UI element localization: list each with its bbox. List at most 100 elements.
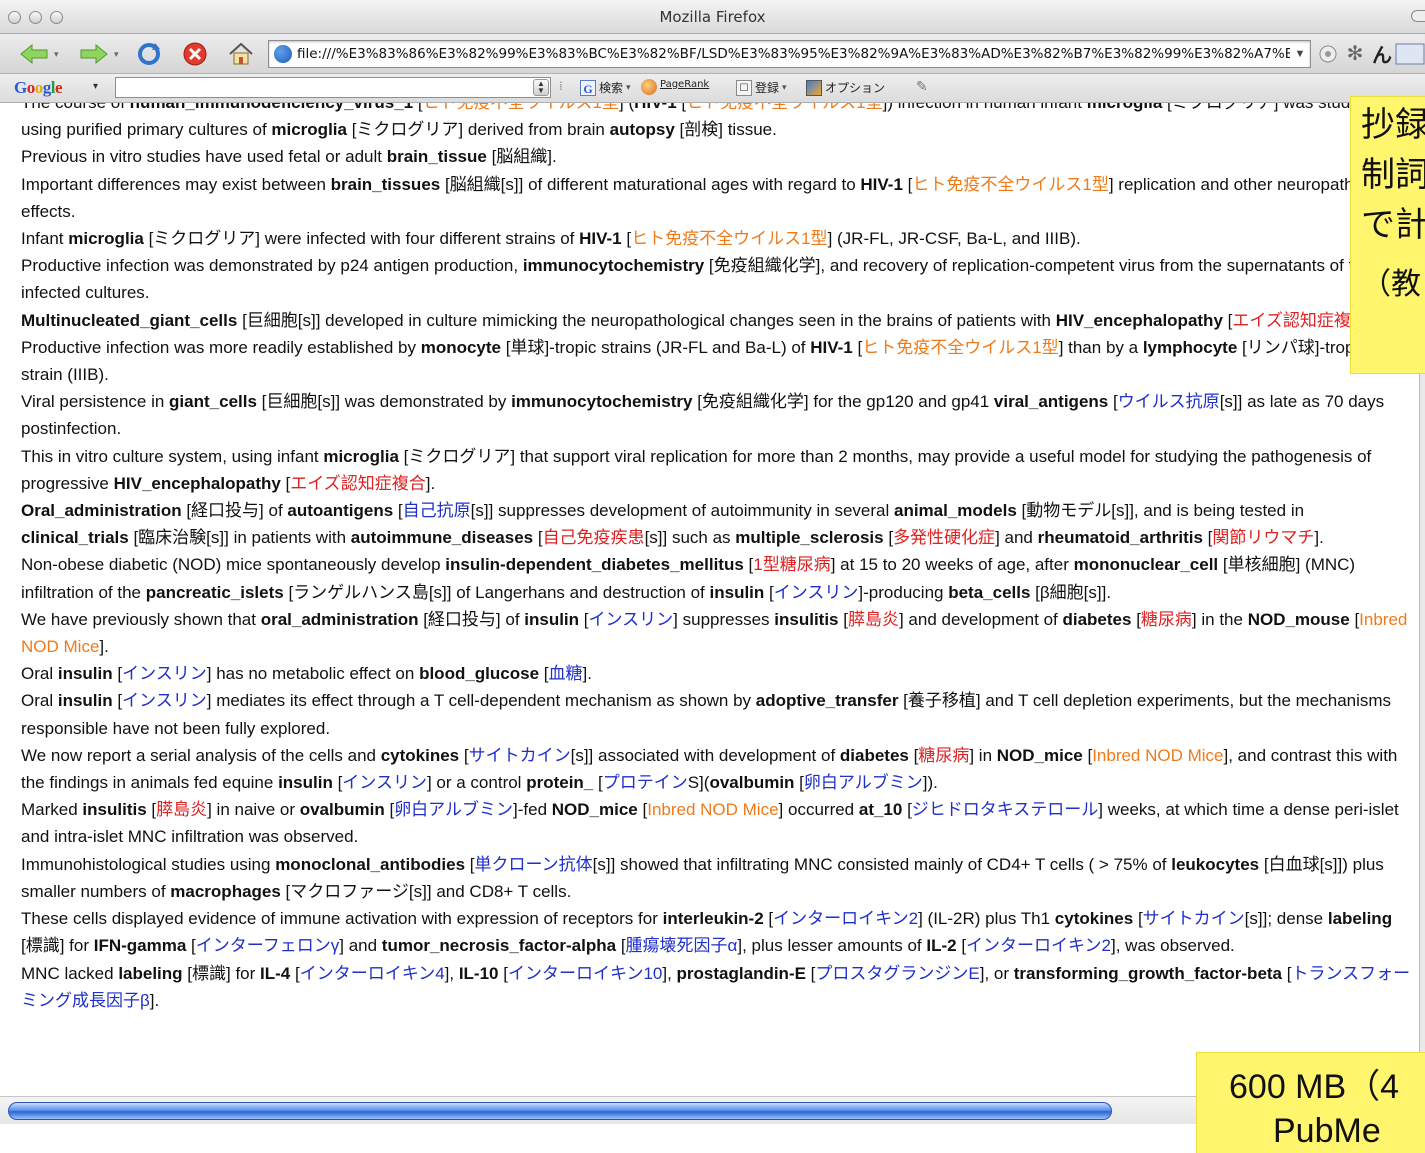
sentence-text: [ <box>539 664 549 684</box>
sentence-text: Viral persistence in <box>21 392 170 412</box>
highlighter-icon[interactable]: ✎ <box>916 79 928 95</box>
options-button[interactable]: オプション <box>806 79 885 96</box>
google-logo-icon[interactable]: Google <box>14 78 63 98</box>
callout-top-line: で計 <box>1361 205 1425 245</box>
sentence-text: [ <box>852 337 863 357</box>
home-icon[interactable] <box>226 39 256 69</box>
google-search-input[interactable]: ▲ ▼ <box>115 77 551 98</box>
sentence-text: [標識] for <box>182 963 261 983</box>
term-keyword: macrophages <box>170 881 281 901</box>
page-content: The course of human_immunodeficiency_vir… <box>0 103 1425 1096</box>
term-keyword: HIV-1 <box>810 337 853 357</box>
abstract-sentence: Non-obese diabetic (NOD) mice spontaneou… <box>21 551 1411 605</box>
options-icon <box>806 79 822 96</box>
sentence-text: ]) infection in human infant <box>883 103 1087 112</box>
term-translation-orange: ヒト免疫不全ウイルス1型 <box>631 229 828 249</box>
sentence-text: ], plus lesser amounts of <box>737 936 927 956</box>
term-translation-orange: Inbred NOD Mice <box>647 800 779 820</box>
reload-icon[interactable] <box>134 39 164 69</box>
stop-icon[interactable] <box>180 39 210 69</box>
sentence-text: S]( <box>687 773 710 793</box>
sentence-text: ] at 15 to 20 weeks of age, after <box>830 555 1074 575</box>
page-globe-icon <box>274 45 292 63</box>
sentence-text: ] and <box>339 936 382 956</box>
sentence-text: We have previously shown that <box>21 609 261 629</box>
search-dropdown-icon[interactable]: ▾ <box>626 83 631 93</box>
sentence-text: [巨細胞[s]] was demonstrated by <box>256 392 512 412</box>
sentence-text: [s]]; dense <box>1244 909 1328 929</box>
sentence-text: [ミクログリア] were infected with four differe… <box>143 229 580 249</box>
sentence-text: [ミクログリア] derived from brain <box>346 120 610 140</box>
sentence-text: [経口投与] of <box>418 609 525 629</box>
sentence-text: Infant <box>21 229 69 249</box>
google-search-button[interactable]: G 検索 ▾ <box>580 79 631 96</box>
abstract-sentence: Oral insulin [インスリン] mediates its effect… <box>21 687 1411 741</box>
sentence-text: The course of <box>21 103 130 112</box>
sentence-text: [ <box>794 773 804 793</box>
navigation-toolbar: ▾ ▾ file:///%E3%83%86%E3%82%99%E3%83%BC%… <box>0 34 1425 74</box>
vertical-scrollbar[interactable] <box>1419 374 1425 1094</box>
term-keyword: prostaglandin-E <box>676 963 806 983</box>
abstract-sentence: Marked insulitis [膵島炎] in naive or ovalb… <box>21 796 1411 850</box>
pagerank-label: PageRank <box>660 78 710 90</box>
sentence-text: [ランゲルハンス島[s]] of Langerhans and destruct… <box>283 582 710 602</box>
term-translation-blue: 血糖 <box>548 664 583 684</box>
window-title-bar: Mozilla Firefox <box>0 0 1425 34</box>
toolbar-toggle-button[interactable] <box>1411 10 1425 22</box>
term-keyword: brain_tissue <box>386 147 487 167</box>
slide-callout-bottom: 600 MB（4 PubMe <box>1196 1052 1425 1153</box>
term-translation-orange: ヒト免疫不全ウイルス1型 <box>912 174 1109 194</box>
address-bar[interactable]: file:///%E3%83%86%E3%82%99%E3%83%BC%E3%8… <box>268 40 1311 68</box>
sentence-text: ] and <box>995 528 1038 548</box>
abstract-sentence: Productive infection was more readily es… <box>21 334 1411 388</box>
term-translation-red: 膵島炎 <box>156 800 208 820</box>
forward-history-dropdown-icon[interactable]: ▾ <box>114 49 119 60</box>
sentence-text: [ <box>805 963 816 983</box>
term-translation-blue: インターロイキン2 <box>773 909 919 929</box>
dictionary-logo-icon[interactable]: ん <box>1370 39 1425 69</box>
term-translation-red: 自己免疫疾患 <box>542 528 645 548</box>
sentence-text: ] has no metabolic effect on <box>206 664 420 684</box>
sentence-text: ] in naive or <box>207 800 300 820</box>
bookmark-button[interactable]: ☐ 登録 ▾ <box>736 79 787 96</box>
sentence-text: ] ( <box>619 103 634 112</box>
term-translation-orange: ヒト免疫不全ウイルス1型 <box>686 103 882 112</box>
term-keyword: HIV-1 <box>860 174 903 194</box>
sentence-text: [ <box>290 963 300 983</box>
back-history-dropdown-icon[interactable]: ▾ <box>54 49 59 60</box>
sentence-text: [標識] for <box>21 936 94 956</box>
google-menu-dropdown-icon[interactable]: ▾ <box>93 81 98 92</box>
forward-arrow-icon[interactable] <box>76 39 112 69</box>
url-text[interactable]: file:///%E3%83%86%E3%82%99%E3%83%BC%E3%8… <box>297 46 1290 62</box>
term-translation-blue: インターロイキン2 <box>966 936 1111 956</box>
search-history-stepper[interactable]: ▲ ▼ <box>533 79 549 96</box>
term-translation-red: 糖尿病 <box>918 745 970 765</box>
horizontal-scrollbar[interactable] <box>0 1096 1200 1124</box>
sentence-text: ] and development of <box>898 609 1063 629</box>
sentence-text: ]. <box>149 990 160 1010</box>
abstract-sentence: The course of human_immunodeficiency_vir… <box>21 103 1411 143</box>
back-arrow-icon[interactable] <box>16 39 52 69</box>
term-translation-red: エイズ認知症複合 <box>1232 310 1368 330</box>
horizontal-scroll-thumb[interactable] <box>8 1102 1112 1120</box>
term-translation-blue: インスリン <box>122 664 207 684</box>
sentence-text: [ <box>1133 909 1143 929</box>
sentence-text: Previous in vitro studies have used feta… <box>21 147 387 167</box>
url-history-dropdown-icon[interactable]: ▼ <box>1290 48 1310 60</box>
abstract-sentence: Important differences may exist between … <box>21 171 1411 225</box>
term-translation-blue: ジヒドロタキステロール <box>911 800 1099 820</box>
pagerank-indicator[interactable]: PageRank <box>641 79 709 95</box>
sentence-text: [ <box>593 773 603 793</box>
bookmark-dropdown-icon[interactable]: ▾ <box>782 83 787 93</box>
sentence-text: [ <box>393 501 403 521</box>
term-translation-blue: プロテイン <box>602 773 688 793</box>
sentence-text: [ <box>146 800 157 820</box>
sentence-text: [ <box>459 745 469 765</box>
sentence-text: [巨細胞[s]] developed in culture mimicking … <box>237 310 1056 330</box>
term-translation-red: 関節リウマチ <box>1212 528 1315 548</box>
sentence-text: [ <box>838 609 848 629</box>
go-button-icon[interactable] <box>1316 39 1340 69</box>
sentence-text: ], <box>662 963 677 983</box>
term-translation-blue: サイトカイン <box>468 745 571 765</box>
sentence-text: [ <box>902 174 913 194</box>
